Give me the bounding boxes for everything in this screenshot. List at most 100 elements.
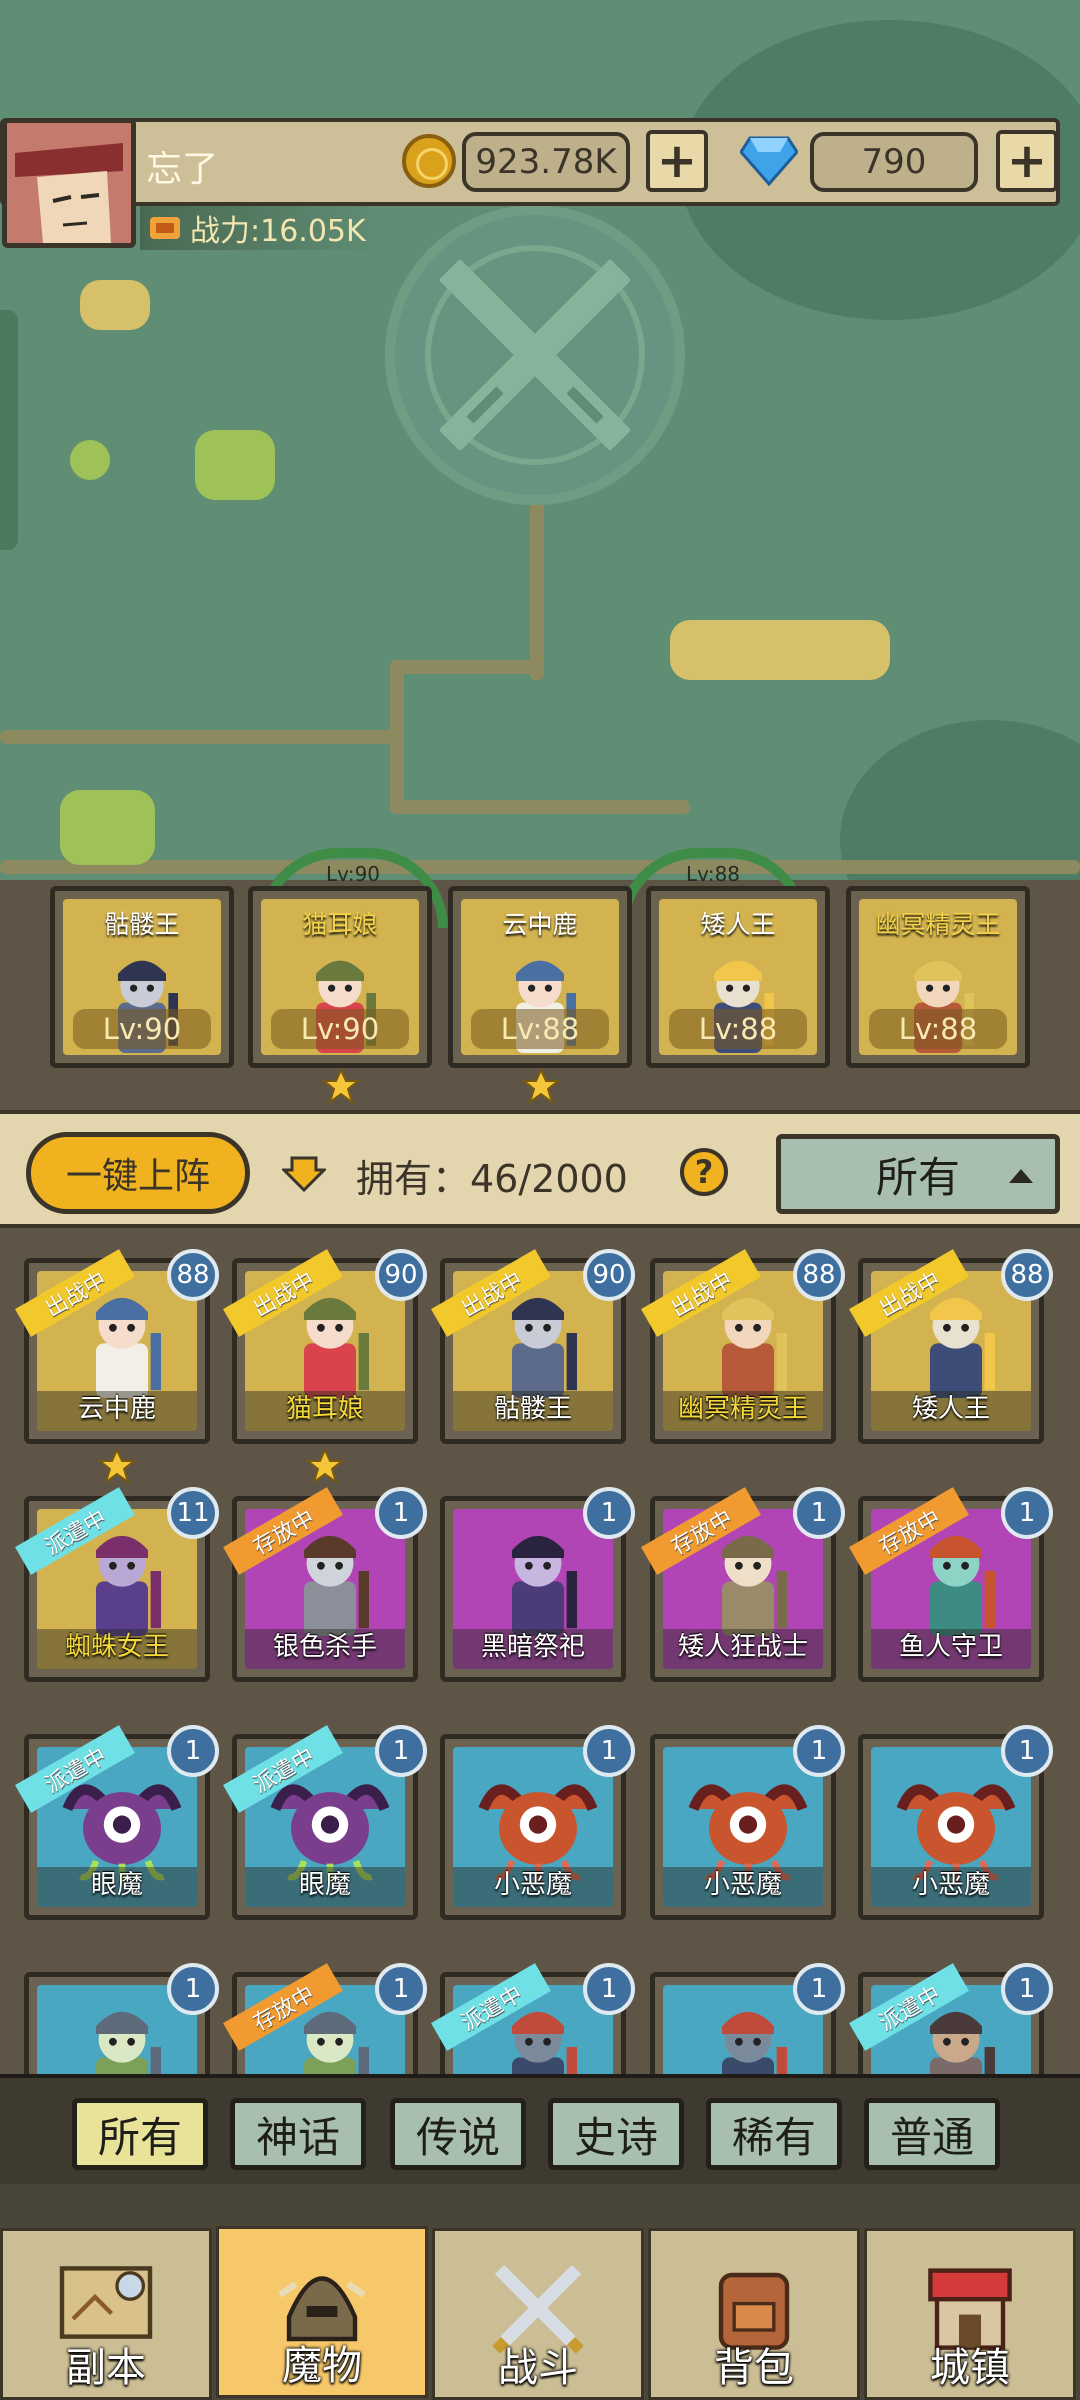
team-slot-name: 云中鹿: [502, 910, 578, 939]
team-slot-name: 幽冥精灵王: [875, 910, 1001, 939]
monster-card[interactable]: 矮人王 出战中 88: [849, 1249, 1053, 1444]
map-path: [0, 860, 1080, 874]
map-path: [0, 730, 404, 744]
owned-count: 拥有：46/2000: [356, 1157, 628, 1201]
map-island[interactable]: [195, 430, 275, 500]
level-badge: 1: [375, 1725, 427, 1777]
rarity-filter-button[interactable]: 稀有: [706, 2098, 842, 2170]
monster-name: 银色杀手: [272, 1632, 377, 1662]
map-island[interactable]: [70, 440, 110, 480]
monster-card[interactable]: 猫耳娘 出战中 90: [223, 1249, 427, 1444]
monster-name: 矮人王: [911, 1394, 990, 1424]
level-badge: 1: [1001, 1963, 1053, 2015]
add-gold-button[interactable]: +: [646, 130, 708, 192]
map-island[interactable]: [60, 790, 155, 865]
team-slot-frame: 矮人王 Lv:88: [659, 899, 817, 1055]
monster-card[interactable]: 1: [650, 1963, 845, 2078]
team-slot[interactable]: 矮人王 Lv:88: [646, 886, 830, 1068]
monster-name: 小恶魔: [703, 1870, 782, 1900]
monster-name: 眼魔: [90, 1870, 143, 1900]
level-badge: 90: [583, 1249, 635, 1301]
nav-label: 战斗: [498, 2345, 578, 2391]
dragon-skeleton[interactable]: [670, 620, 890, 680]
nav-label: 魔物: [282, 2343, 362, 2389]
auto-deploy-button[interactable]: 一键上阵: [26, 1132, 250, 1214]
nav-tab-backpack[interactable]: 背包: [648, 2228, 860, 2400]
monster-name: 黑暗祭祀: [480, 1632, 585, 1662]
nav-tab-crossed-swords[interactable]: 战斗: [432, 2228, 644, 2400]
level-badge: 1: [375, 1487, 427, 1539]
monster-card[interactable]: 小恶魔 1: [650, 1725, 845, 1920]
help-icon[interactable]: ?: [680, 1148, 728, 1196]
avatar[interactable]: [2, 118, 136, 248]
nav-tab-map[interactable]: 副本: [0, 2228, 212, 2400]
gem-amount: 790: [810, 132, 978, 192]
star-icon: [522, 1068, 560, 1104]
map-island[interactable]: [80, 280, 150, 330]
caret-up-icon: [1009, 1169, 1033, 1183]
team-slot-level: Lv:90: [271, 1009, 409, 1049]
rarity-filter-button[interactable]: 所有: [72, 2098, 208, 2170]
level-badge: 1: [793, 1487, 845, 1539]
monster-card[interactable]: 派遣中 1: [431, 1963, 635, 2078]
level-badge: 1: [375, 1963, 427, 2015]
monster-name: 矮人狂战士: [677, 1632, 808, 1662]
team-slot-frame: 骷髅王 Lv:90: [63, 899, 221, 1055]
roster-controls: 一键上阵 拥有：46/2000 ? 所有: [0, 1110, 1080, 1228]
level-badge: 1: [583, 1725, 635, 1777]
monster-card[interactable]: 云中鹿 出战中 88: [15, 1249, 219, 1444]
monster-card[interactable]: 1: [24, 1963, 219, 2078]
team-slot-name: 骷髅王: [104, 910, 180, 939]
monster-name: 鱼人守卫: [898, 1632, 1003, 1662]
team-slot[interactable]: 猫耳娘 Lv:90: [248, 886, 432, 1068]
goblin-portrait: [96, 2011, 161, 2078]
monster-card[interactable]: 鱼人守卫 存放中 1: [849, 1487, 1053, 1682]
team-slot[interactable]: 骷髅王 Lv:90: [50, 886, 234, 1068]
team-slot[interactable]: 幽冥精灵王 Lv:88: [846, 886, 1030, 1068]
monster-card[interactable]: 骷髅王 出战中 90: [431, 1249, 635, 1444]
team-slot-level: Lv:90: [73, 1009, 211, 1049]
monster-card[interactable]: 黑暗祭祀 1: [440, 1487, 635, 1682]
filter-dropdown[interactable]: 所有: [776, 1134, 1060, 1214]
monster-card[interactable]: 存放中 1: [223, 1963, 427, 2078]
monster-card[interactable]: 矮人狂战士 存放中 1: [641, 1487, 845, 1682]
crossed-swords-icon: [440, 260, 630, 450]
star-icon: [98, 1448, 136, 1484]
rarity-filter-button[interactable]: 神话: [230, 2098, 366, 2170]
map-path: [530, 500, 544, 680]
team-slot-level: Lv:88: [471, 1009, 609, 1049]
monster-card[interactable]: 小恶魔 1: [858, 1725, 1053, 1920]
team-slot-name: 矮人王: [700, 910, 776, 939]
monster-card[interactable]: 小恶魔 1: [440, 1725, 635, 1920]
monster-card-frame: 小恶魔: [663, 1747, 823, 1907]
monster-name: 眼魔: [298, 1870, 351, 1900]
monster-card[interactable]: 派遣中 1: [849, 1963, 1053, 2078]
monster-card-frame: 黑暗祭祀: [453, 1509, 613, 1669]
power-icon: [150, 217, 180, 239]
monster-card[interactable]: 眼魔 派遣中 1: [15, 1725, 219, 1920]
monster-name: 小恶魔: [911, 1870, 990, 1900]
monster-name: 猫耳娘: [285, 1394, 364, 1424]
add-gems-button[interactable]: +: [996, 130, 1058, 192]
monster-card[interactable]: 银色杀手 存放中 1: [223, 1487, 427, 1682]
orc-portrait: [722, 2011, 787, 2078]
rarity-filter-button[interactable]: 传说: [390, 2098, 526, 2170]
rarity-filter-bar: 所有 神话 传说 史诗 稀有 普通: [0, 2074, 1080, 2184]
nav-tab-monster-helmet[interactable]: 魔物: [216, 2226, 428, 2398]
monster-card-frame: 小恶魔: [871, 1747, 1031, 1907]
gold-coin-icon: [402, 134, 456, 188]
monster-name: 蜘蛛女王: [64, 1632, 169, 1662]
monster-name: 骷髅王: [493, 1394, 572, 1424]
nav-tab-shop[interactable]: 城镇: [864, 2228, 1076, 2400]
level-badge: 1: [793, 1963, 845, 2015]
monster-card[interactable]: 幽冥精灵王 出战中 88: [641, 1249, 845, 1444]
level-badge: 1: [583, 1963, 635, 2015]
monster-card[interactable]: 蜘蛛女王 派遣中 11: [15, 1487, 219, 1682]
level-badge: 88: [1001, 1249, 1053, 1301]
rarity-filter-button[interactable]: 普通: [864, 2098, 1000, 2170]
rarity-filter-button[interactable]: 史诗: [548, 2098, 684, 2170]
monster-card[interactable]: 眼魔 派遣中 1: [223, 1725, 427, 1920]
side-drawer-tab[interactable]: [0, 310, 18, 550]
map-path: [390, 660, 544, 674]
team-slot[interactable]: 云中鹿 Lv:88: [448, 886, 632, 1068]
